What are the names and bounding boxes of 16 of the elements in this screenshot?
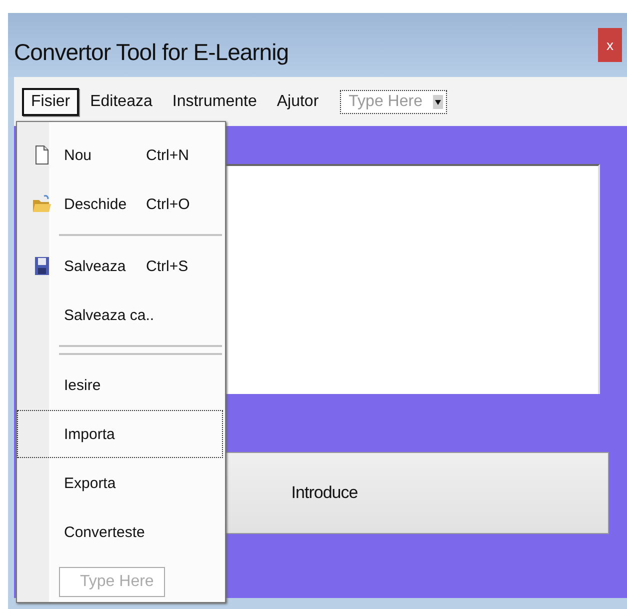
close-button[interactable]: x (598, 28, 622, 62)
menu-entry[interactable]: Nou Ctrl+N (17, 131, 223, 179)
type-here-combo[interactable]: Type Here (340, 90, 447, 114)
menu-entry[interactable]: Salveaza ca.. (17, 291, 223, 339)
type-here-field[interactable]: Type Here (59, 567, 165, 597)
menu-entry[interactable]: Salveaza Ctrl+S (17, 242, 223, 290)
menu-entry[interactable]: Deschide Ctrl+O (17, 180, 223, 228)
window-title: Convertor Tool for E-Learnig (14, 38, 288, 66)
folder-icon (32, 194, 52, 214)
menu-entry[interactable]: Iesire (17, 361, 223, 409)
menu-item[interactable]: Fisier (22, 88, 80, 116)
menu-item[interactable]: Instrumente (163, 88, 266, 116)
menu-item[interactable]: Ajutor (268, 88, 328, 116)
document-icon (35, 145, 49, 165)
menu-entry[interactable]: Importa (17, 410, 223, 458)
menu-item[interactable]: Editeaza (81, 88, 162, 116)
